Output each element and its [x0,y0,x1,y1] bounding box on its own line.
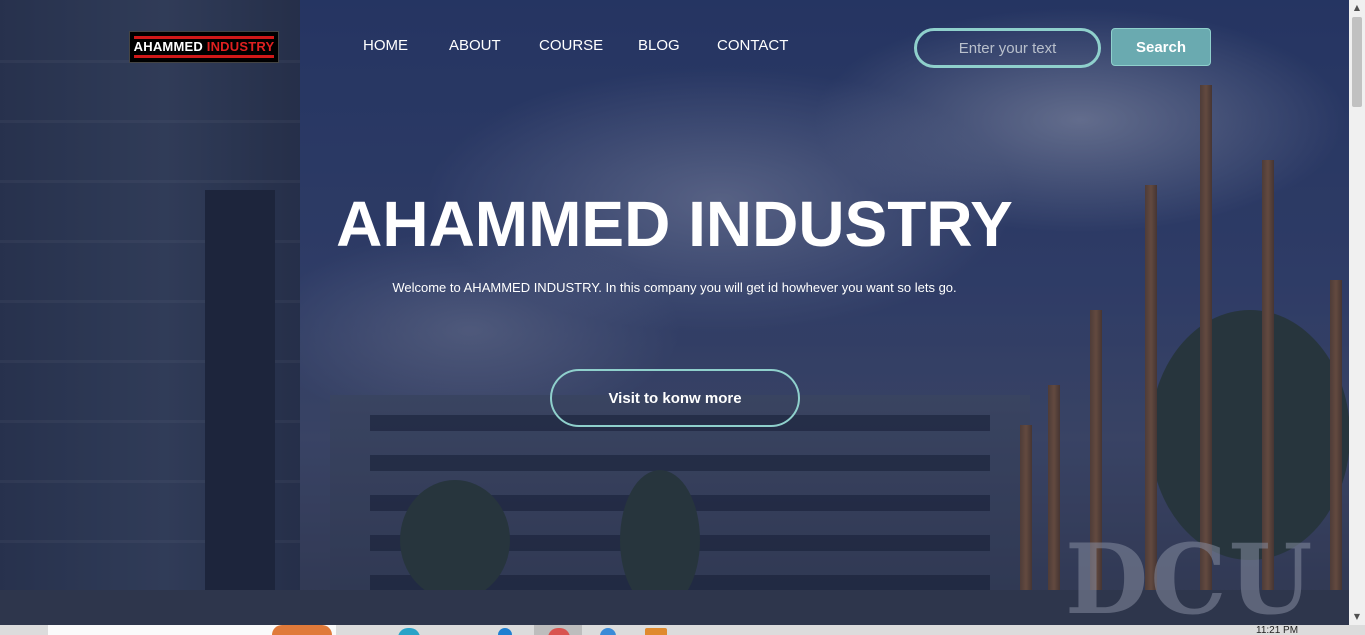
nav-home[interactable]: HOME [363,37,408,54]
logo-text-accent: INDUSTRY [206,39,275,54]
visit-more-button[interactable]: Visit to konw more [550,369,800,427]
taskbar-app-icon[interactable] [398,628,420,635]
nav-contact[interactable]: CONTACT [717,37,788,54]
nav-about[interactable]: ABOUT [449,37,501,54]
scroll-up-arrow-icon[interactable]: ▲ [1349,0,1365,16]
taskbar-clock: 11:21 PM [1256,625,1299,635]
nav-course[interactable]: COURSE [539,37,603,54]
taskbar-app-icon[interactable] [645,628,667,635]
taskbar-app-icon[interactable] [600,628,616,635]
search-input[interactable] [914,28,1101,68]
site-logo[interactable]: AHAMMED INDUSTRY [129,31,279,63]
hero-overlay [0,0,1349,625]
taskbar-active-app[interactable] [534,625,582,635]
page-scrollbar[interactable]: ▲ ▼ [1349,0,1365,625]
os-taskbar: 11:21 PM [0,625,1365,635]
nav-blog[interactable]: BLOG [638,37,680,54]
logo-text-main: AHAMMED [133,39,203,54]
hero-title: AHAMMED INDUSTRY [336,188,1013,260]
search-button[interactable]: Search [1111,28,1211,66]
hero-subtitle: Welcome to AHAMMED INDUSTRY. In this com… [392,280,957,295]
chrome-icon [548,628,570,635]
hero-background: DCU [0,0,1349,625]
taskbar-preview-accent [272,625,332,635]
scroll-down-arrow-icon[interactable]: ▼ [1349,609,1365,625]
taskbar-app-icon[interactable] [498,628,512,635]
scroll-thumb[interactable] [1352,17,1362,107]
